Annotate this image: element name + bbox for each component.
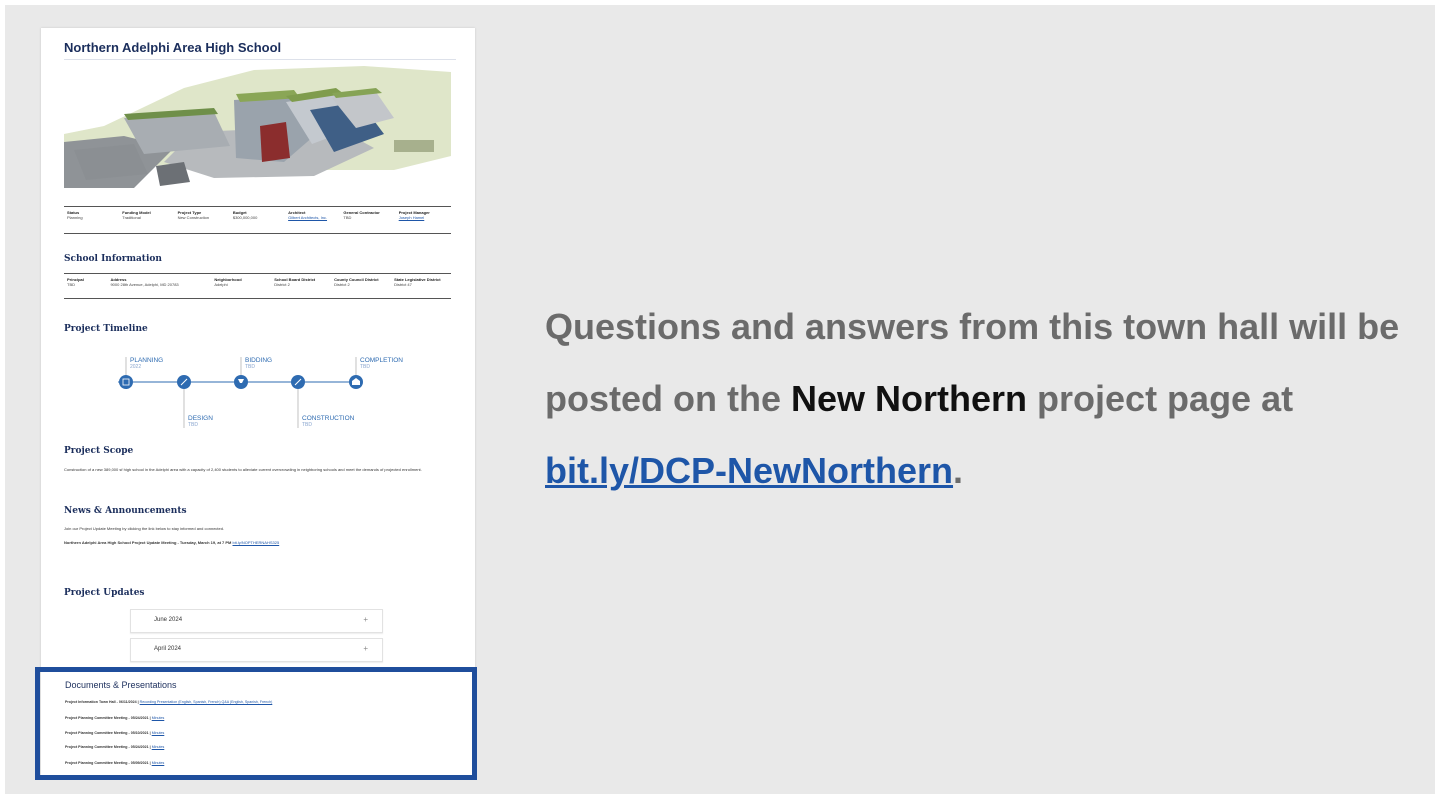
cell-value: 9000 28th Avenue, Adelphi, MD 20783: [110, 282, 179, 287]
table-cell: Budget $300,000,000: [230, 207, 285, 233]
minutes-link[interactable]: Minutes: [152, 731, 165, 735]
timeline-step-design: DESIGN TBD: [177, 375, 213, 428]
message-period: .: [953, 450, 964, 491]
project-page-link[interactable]: bit.ly/DCP-NewNorthern: [545, 450, 953, 491]
project-manager-link[interactable]: Joseph Hamel: [399, 215, 449, 220]
document-row: Project Planning Committee Meeting - 05/…: [65, 761, 164, 765]
minutes-link[interactable]: Minutes: [152, 761, 165, 765]
news-text: Join our Project Update Meeting by click…: [64, 526, 225, 531]
timeline-date: 2022: [130, 364, 141, 370]
plus-icon[interactable]: +: [363, 644, 368, 653]
document-title: Project Planning Committee Meeting - 05/…: [65, 761, 151, 765]
cell-value: $300,000,000: [232, 215, 258, 220]
document-row: Project Planning Committee Meeting - 05/…: [65, 745, 164, 749]
cell-value: District 2: [274, 282, 290, 287]
document-row: Project Planning Committee Meeting - 05/…: [65, 731, 164, 735]
table-cell: Project Manager Joseph Hamel: [396, 207, 451, 233]
school-rendering-image: [64, 66, 451, 188]
timeline-date: TBD: [360, 364, 370, 370]
project-timeline: PLANNING 2022 DESIGN TBD BIDDING TBD CON…: [118, 357, 403, 428]
table-cell: Principal TBD: [64, 274, 107, 298]
document-title: Project Planning Committee Meeting - 05/…: [65, 731, 151, 735]
timeline-heading: Project Timeline: [64, 324, 148, 334]
table-cell: Status Planning: [64, 207, 119, 233]
meeting-link[interactable]: bit.ly/NOPTHERNAHS325: [233, 540, 280, 545]
meeting-title: Northern Adelphi Area High School Projec…: [64, 540, 232, 545]
timeline-date: TBD: [302, 422, 312, 428]
cell-value: TBD: [343, 215, 352, 220]
timeline-date: TBD: [245, 364, 255, 370]
message-project-name: New Northern: [791, 378, 1028, 419]
scope-heading: Project Scope: [64, 446, 134, 456]
architect-link[interactable]: Gilbert Architects, Inc.: [288, 215, 338, 220]
timeline-phase: BIDDING: [245, 357, 272, 364]
minutes-link[interactable]: Minutes: [152, 716, 165, 720]
school-info-heading: School Information: [64, 254, 162, 264]
plus-icon[interactable]: +: [363, 615, 368, 624]
webpage-screenshot: Northern Adelphi Area High School Status…: [41, 28, 475, 778]
cell-value: District 2: [334, 282, 350, 287]
update-accordion-april[interactable]: April 2024 +: [130, 638, 383, 662]
accordion-label: June 2024: [154, 617, 183, 623]
timeline-phase: PLANNING: [130, 357, 163, 364]
minutes-link[interactable]: Minutes: [152, 745, 165, 749]
document-title: Project Planning Committee Meeting - 05/…: [65, 745, 151, 749]
town-hall-message: Questions and answers from this town hal…: [545, 291, 1425, 507]
news-heading: News & Announcements: [64, 506, 187, 516]
updates-heading: Project Updates: [64, 588, 145, 598]
documents-heading: Documents & Presentations: [65, 680, 177, 690]
table-cell: Address 9000 28th Avenue, Adelphi, MD 20…: [107, 274, 211, 298]
title-divider: [64, 59, 456, 60]
document-row: Project Planning Committee Meeting - 05/…: [65, 716, 164, 720]
cell-value: New Construction: [177, 215, 210, 220]
table-cell: Architect Gilbert Architects, Inc.: [285, 207, 340, 233]
accordion-label: April 2024: [154, 646, 182, 652]
table-cell: Neighborhood Adelphi: [211, 274, 271, 298]
timeline-phase: CONSTRUCTION: [302, 415, 355, 422]
message-text: project page at: [1027, 378, 1294, 419]
timeline-step-planning: PLANNING 2022: [119, 357, 163, 389]
table-cell: Funding Model Traditional: [119, 207, 174, 233]
document-row: Project Information Town Hall - 06/11/20…: [65, 700, 272, 704]
page-title: Northern Adelphi Area High School: [64, 40, 282, 55]
slide-background: Northern Adelphi Area High School Status…: [5, 5, 1435, 794]
table-cell: County Council District District 2: [331, 274, 391, 298]
cell-value: TBD: [67, 282, 75, 287]
news-meeting-line: Northern Adelphi Area High School Projec…: [64, 539, 279, 546]
timeline-date: TBD: [188, 422, 198, 428]
timeline-step-bidding: BIDDING TBD: [234, 357, 272, 389]
table-cell: State Legislative District District 47: [391, 274, 451, 298]
table-cell: School Board District District 2: [271, 274, 331, 298]
document-title: Project Planning Committee Meeting - 05/…: [65, 716, 151, 720]
document-title: Project Information Town Hall - 06/11/20…: [65, 700, 139, 704]
timeline-phase: DESIGN: [188, 415, 213, 422]
project-info-table: Status Planning Funding Model Traditiona…: [64, 206, 451, 234]
timeline-step-construction: CONSTRUCTION TBD: [291, 375, 355, 428]
table-cell: General Contractor TBD: [340, 207, 395, 233]
building-icon: [119, 375, 133, 389]
scope-text: Construction of a new 389,000 sf high sc…: [64, 467, 422, 472]
update-accordion-june[interactable]: June 2024 +: [130, 609, 383, 633]
cell-value: Traditional: [122, 215, 141, 220]
timeline-phase: COMPLETION: [360, 357, 403, 364]
document-links[interactable]: Recording Presentation (English, Spanish…: [140, 700, 273, 704]
cell-value: Planning: [67, 215, 83, 220]
table-cell: Project Type New Construction: [175, 207, 230, 233]
cell-value: Adelphi: [214, 282, 228, 287]
timeline-step-completion: COMPLETION TBD: [349, 357, 403, 389]
cell-value: District 47: [394, 282, 412, 287]
school-info-table: Principal TBD Address 9000 28th Avenue, …: [64, 273, 451, 299]
